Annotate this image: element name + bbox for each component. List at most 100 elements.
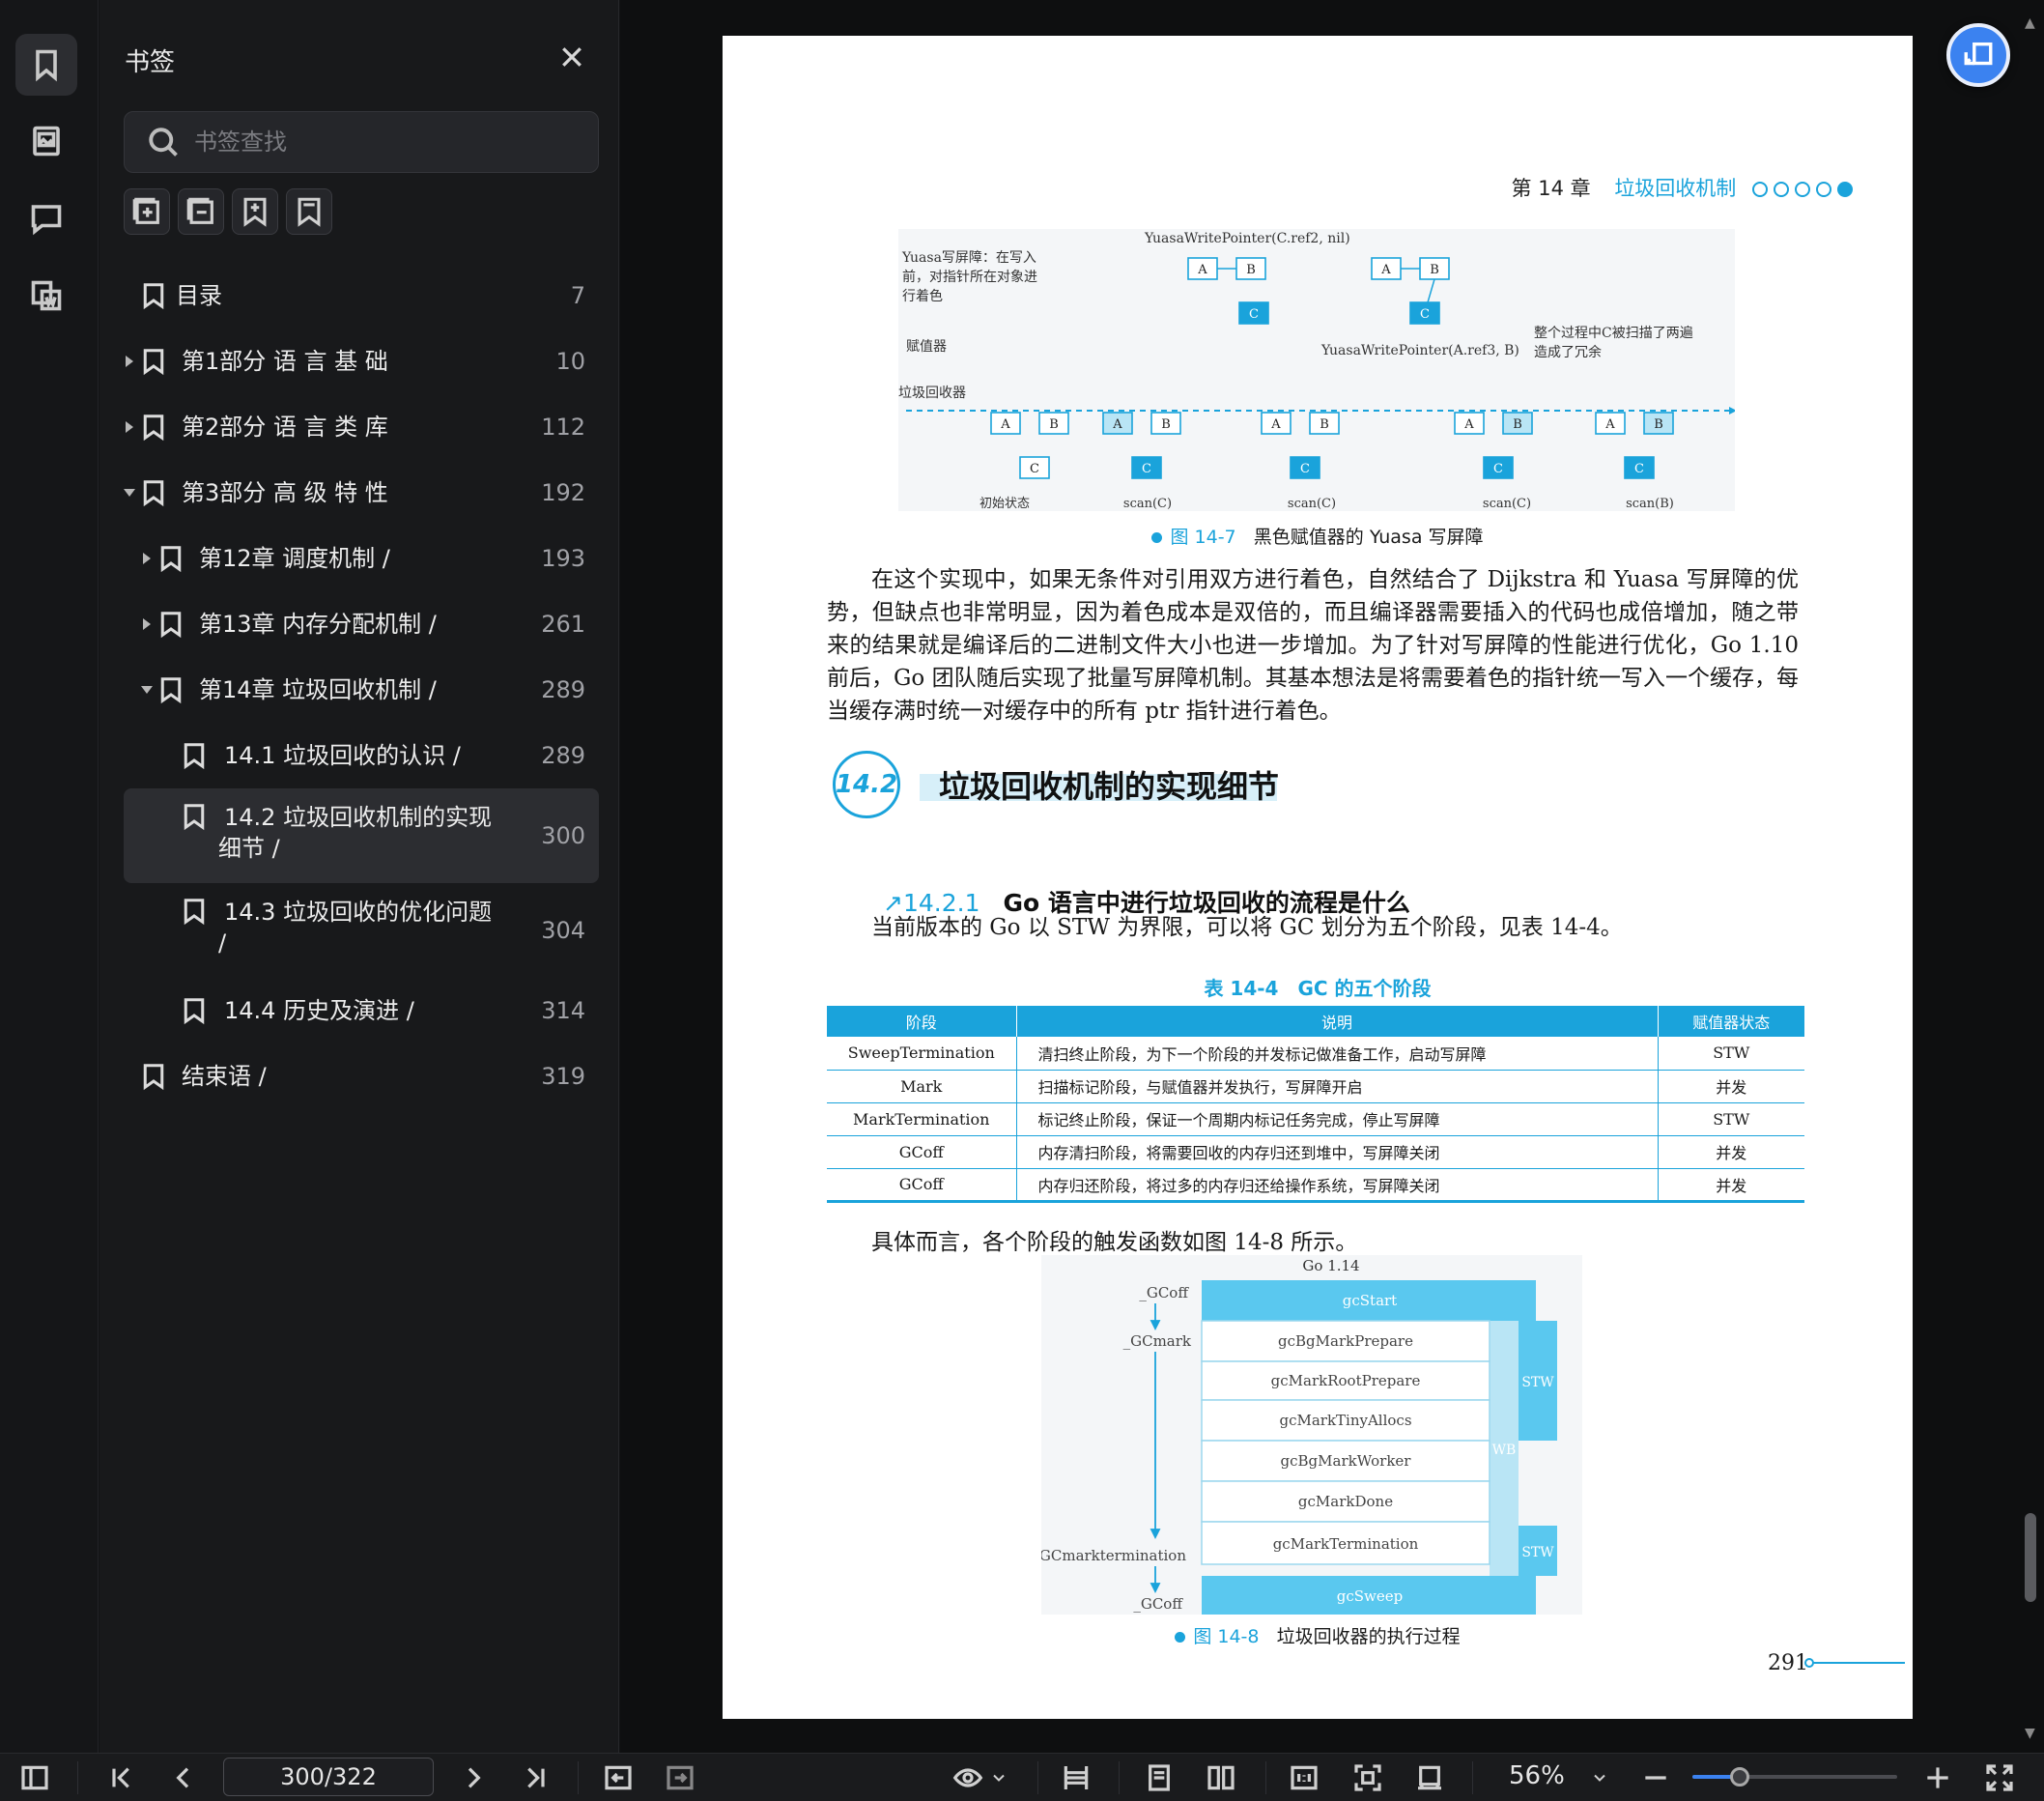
caret-right-icon[interactable]: [143, 618, 151, 630]
bookmark-item[interactable]: 第2部分 语 言 类 库 112: [124, 394, 599, 460]
expand-all-button[interactable]: [124, 188, 170, 235]
bookmark-search-input[interactable]: [194, 129, 581, 156]
section-number: 14.2: [833, 751, 900, 818]
bookmark-label: 第13章 内存分配机制 /: [199, 611, 437, 638]
bookmark-item[interactable]: 目录 7: [124, 263, 599, 329]
back-button[interactable]: [603, 1760, 634, 1795]
fig1-note-right-1: 整个过程中C被扫描了两遍: [1534, 326, 1693, 341]
vertical-scrollbar[interactable]: [2025, 1513, 2036, 1602]
table-header: 说明: [1016, 1006, 1659, 1037]
close-panel-button[interactable]: [557, 43, 586, 71]
table-header: 阶段: [827, 1006, 1017, 1037]
bookmark-label: 第1部分 语 言 基 础: [182, 348, 388, 375]
fig2-wb: WB: [1492, 1443, 1517, 1458]
collapse-all-button[interactable]: [178, 188, 224, 235]
scroll-down-button[interactable]: ▼: [2025, 1726, 2035, 1741]
eye-comfort-button[interactable]: [952, 1760, 983, 1795]
bookmark-label: 第14章 垃圾回收机制 /: [199, 676, 437, 703]
bookmark-item[interactable]: 14.3 垃圾回收的优化问题/304: [124, 883, 599, 978]
single-page-button[interactable]: [1144, 1760, 1175, 1795]
bookmark-icon: [180, 895, 209, 928]
zoom-out-button[interactable]: [1640, 1760, 1671, 1795]
bookmark-outline-icon: [298, 197, 321, 227]
bookmark-item[interactable]: 14.1 垃圾回收的认识 / 289: [124, 723, 599, 788]
last-page-button[interactable]: [520, 1760, 551, 1795]
doc-export-icon: [31, 280, 62, 311]
caret-right-icon[interactable]: [143, 553, 151, 564]
page-number: 291: [1768, 1651, 1808, 1675]
rotate-icon: [1418, 1765, 1441, 1790]
sidebar-icon: [21, 1765, 48, 1790]
actual-size-button[interactable]: [1289, 1760, 1320, 1795]
zoom-slider[interactable]: [1692, 1767, 1897, 1787]
bookmark-item[interactable]: 14.4 历史及演进 / 314: [124, 978, 599, 1043]
fit-page-button[interactable]: [1352, 1760, 1383, 1795]
floating-action-button[interactable]: [1946, 23, 2010, 87]
svg-text:A: A: [1380, 263, 1391, 277]
bookmark-item[interactable]: 14.2 垃圾回收机制的实现 细节 / 300: [124, 788, 599, 883]
plus-icon: [1927, 1767, 1948, 1788]
bookmark-item[interactable]: 第3部分 高 级 特 性 192: [124, 460, 599, 526]
bookmark-search[interactable]: [124, 111, 599, 173]
add-bookmark-button[interactable]: [232, 188, 278, 235]
thumbnail-tab[interactable]: [15, 110, 77, 172]
convert-icon: [1964, 42, 1993, 66]
forward-button[interactable]: [665, 1760, 696, 1795]
chevron-down-icon: [993, 1774, 1005, 1782]
zoom-level[interactable]: 56%: [1509, 1761, 1565, 1790]
svg-text:A: A: [1270, 417, 1281, 432]
fig2-func-1: gcStart: [1343, 1292, 1397, 1309]
caret-down-icon[interactable]: [141, 686, 153, 694]
caret-down-icon[interactable]: [124, 489, 135, 497]
svg-text:A: A: [1197, 263, 1207, 277]
fit-width-button[interactable]: [1061, 1760, 1092, 1795]
rotate-button[interactable]: [1414, 1760, 1445, 1795]
image-icon: [33, 126, 60, 157]
toggle-sidebar-button[interactable]: [19, 1760, 50, 1795]
two-page-button[interactable]: [1206, 1760, 1236, 1795]
table-row: Mark 扫描标记阶段，与赋值器并发执行，写屏障开启 并发: [827, 1070, 1804, 1103]
zoom-in-button[interactable]: [1922, 1760, 1953, 1795]
bookmark-item[interactable]: 第1部分 语 言 基 础 10: [124, 329, 599, 394]
bookmark-page-number: 314: [541, 997, 585, 1024]
scroll-up-button[interactable]: ▲: [2025, 15, 2035, 31]
eye-dropdown[interactable]: [989, 1760, 1008, 1795]
page-indicator[interactable]: 300/322: [223, 1758, 434, 1796]
bookmark-page-number: 193: [541, 545, 585, 572]
prev-page-button[interactable]: [168, 1760, 199, 1795]
fig2-func-2: gcBgMarkPrepare: [1278, 1332, 1413, 1350]
comments-tab[interactable]: [15, 187, 77, 249]
header-dots: [1752, 182, 1853, 197]
svg-text:C: C: [1493, 462, 1503, 476]
bookmark-item[interactable]: 结束语 / 319: [124, 1043, 599, 1109]
table-cell: 内存清扫阶段，将需要回收的内存归还到堆中，写屏障关闭: [1016, 1135, 1659, 1169]
zoom-slider-handle[interactable]: [1729, 1767, 1749, 1787]
bookmark-item[interactable]: 第12章 调度机制 / 193: [124, 526, 599, 591]
bookmark-page-button[interactable]: [286, 188, 332, 235]
next-page-button[interactable]: [458, 1760, 489, 1795]
fig1-step-1: 初始状态: [979, 497, 1030, 511]
bookmark-page-number: 261: [541, 611, 585, 638]
annotations-tab[interactable]: [15, 265, 77, 327]
expand-all-icon: [132, 197, 159, 224]
fig1-note-left-1: Yuasa写屏障：在写入: [901, 250, 1036, 266]
fullscreen-button[interactable]: [1984, 1760, 2015, 1795]
table-cell: 清扫终止阶段，为下一个阶段的并发标记做准备工作，启动写屏障: [1016, 1037, 1659, 1071]
table-cell: GCoff: [827, 1168, 1017, 1203]
first-page-button[interactable]: [106, 1760, 137, 1795]
caret-right-icon[interactable]: [126, 356, 133, 367]
fig1-step-2: scan(C): [1123, 497, 1172, 511]
zoom-dropdown[interactable]: [1590, 1760, 1609, 1795]
caret-right-icon[interactable]: [126, 421, 133, 433]
bookmark-item[interactable]: 第13章 内存分配机制 / 261: [124, 591, 599, 657]
bookmark-label: 第3部分 高 级 特 性: [182, 479, 388, 506]
gc-phases-table: 阶段 说明 赋值器状态 SweepTermination 清扫终止阶段，为下一个阶…: [827, 1006, 1804, 1203]
bookmark-page-number: 192: [541, 479, 585, 506]
last-page-icon: [527, 1767, 545, 1788]
fullscreen-icon: [1986, 1764, 2013, 1791]
fig2-title: Go 1.14: [1302, 1257, 1359, 1274]
chapter-title: 垃圾回收机制: [1614, 177, 1737, 200]
bookmark-item[interactable]: 第14章 垃圾回收机制 / 289: [124, 657, 599, 723]
bookmark-tab[interactable]: [15, 34, 77, 96]
document-viewport[interactable]: 第 14 章 垃圾回收机制 Yuasa写屏障：在写入 前，对指针所在对象进 行着…: [620, 0, 2044, 1753]
